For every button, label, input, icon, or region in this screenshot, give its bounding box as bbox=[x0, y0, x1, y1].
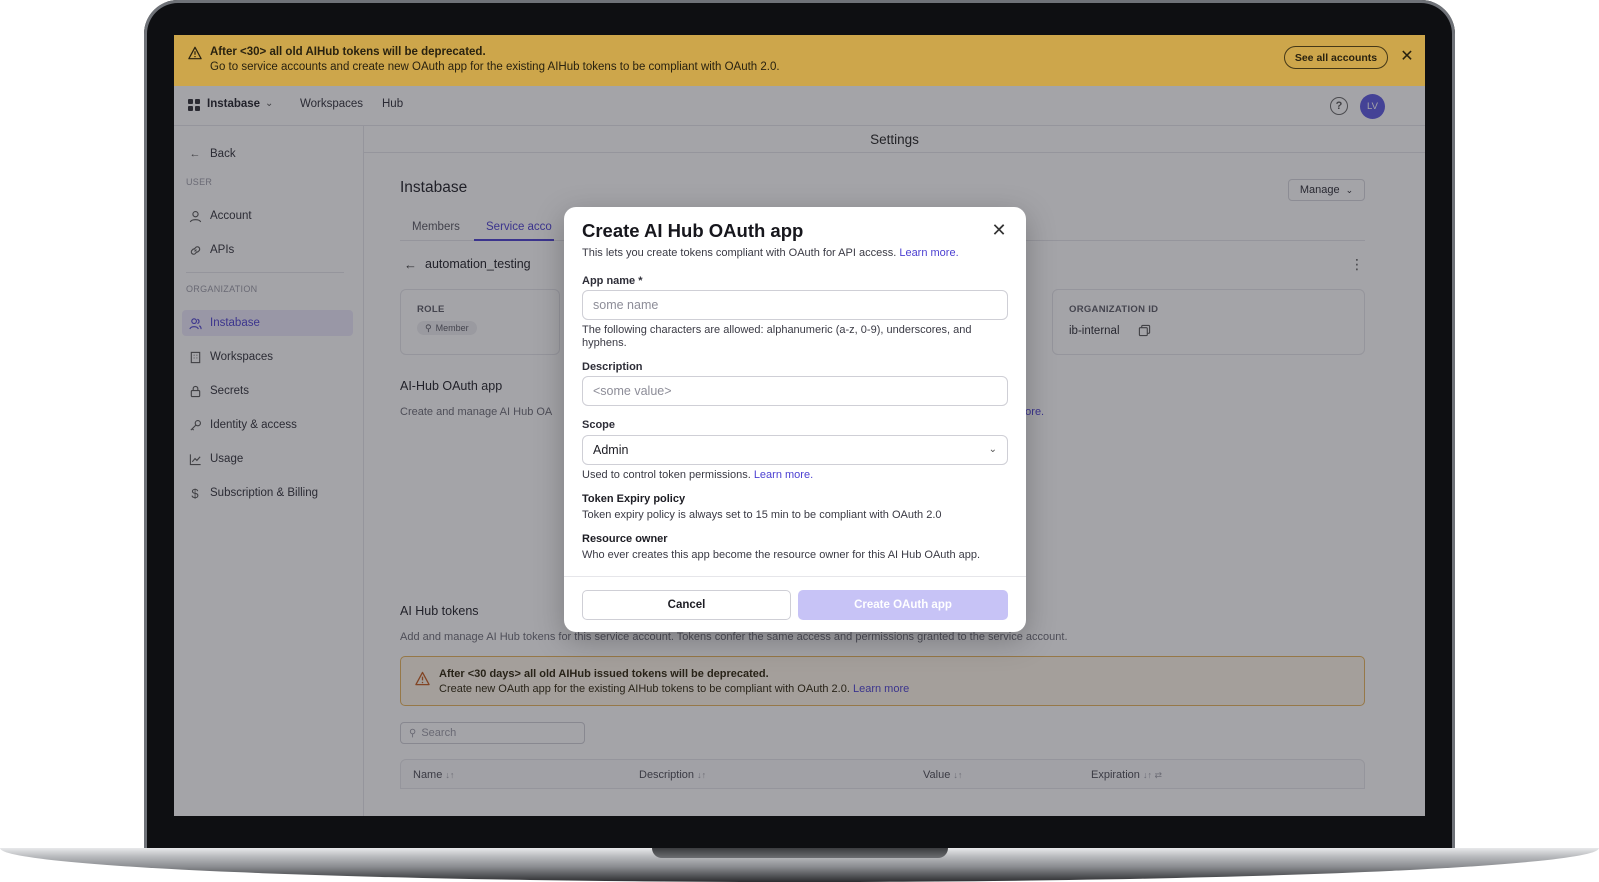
expiry-policy-text: Token expiry policy is always set to 15 … bbox=[582, 509, 942, 521]
scope-select[interactable]: Admin ⌄ bbox=[582, 435, 1008, 465]
scope-label: Scope bbox=[582, 419, 616, 431]
resource-owner-title: Resource owner bbox=[582, 533, 668, 545]
banner-dim bbox=[174, 35, 1425, 86]
chevron-down-icon: ⌄ bbox=[988, 444, 997, 455]
create-oauth-app-dialog: Create AI Hub OAuth app ✕ This lets you … bbox=[564, 207, 1026, 632]
create-oauth-app-button[interactable]: Create OAuth app bbox=[798, 590, 1008, 620]
description-label: Description bbox=[582, 361, 643, 373]
expiry-policy-title: Token Expiry policy bbox=[582, 493, 686, 505]
description-input[interactable]: <some value> bbox=[582, 376, 1008, 406]
learn-more-link[interactable]: Learn more. bbox=[754, 469, 813, 481]
dialog-subtitle: This lets you create tokens compliant wi… bbox=[582, 247, 959, 259]
dialog-title: Create AI Hub OAuth app bbox=[582, 220, 804, 241]
resource-owner-text: Who ever creates this app become the res… bbox=[582, 549, 981, 561]
close-icon[interactable]: ✕ bbox=[988, 219, 1010, 241]
laptop-notch bbox=[652, 848, 948, 858]
app-name-input[interactable]: some name bbox=[582, 290, 1008, 320]
cancel-button[interactable]: Cancel bbox=[582, 590, 791, 620]
learn-more-link[interactable]: Learn more. bbox=[899, 247, 958, 259]
app-name-label: App name * bbox=[582, 275, 643, 287]
app-screen: After <30> all old AIHub tokens will be … bbox=[174, 35, 1425, 816]
dialog-footer-divider bbox=[564, 576, 1026, 577]
app-name-hint: The following characters are allowed: al… bbox=[582, 324, 972, 349]
scope-hint: Used to control token permissions. Learn… bbox=[582, 469, 814, 481]
